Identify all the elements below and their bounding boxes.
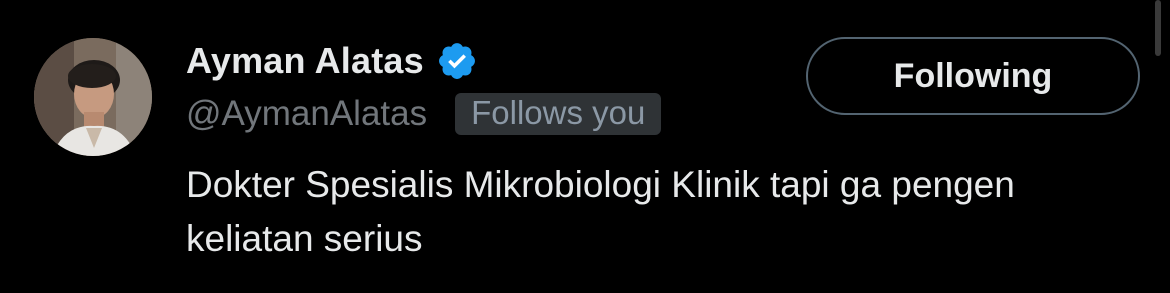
scrollbar[interactable] xyxy=(1155,0,1161,56)
handle-row: @AymanAlatas Follows you xyxy=(186,90,662,138)
user-bio: Dokter Spesialis Mikrobiologi Klinik tap… xyxy=(186,164,1015,259)
avatar[interactable] xyxy=(34,38,152,156)
user-cell[interactable]: Ayman Alatas @AymanAlatas Follows you Fo… xyxy=(0,0,1170,293)
name-row: Ayman Alatas xyxy=(186,36,478,86)
following-button[interactable]: Following xyxy=(806,37,1140,115)
user-handle: @AymanAlatas xyxy=(186,94,428,133)
display-name[interactable]: Ayman Alatas xyxy=(186,40,424,82)
follows-you-badge: Follows you xyxy=(455,93,662,135)
following-button-label: Following xyxy=(893,56,1053,95)
verified-badge-icon xyxy=(436,40,478,82)
avatar-photo xyxy=(34,38,152,156)
